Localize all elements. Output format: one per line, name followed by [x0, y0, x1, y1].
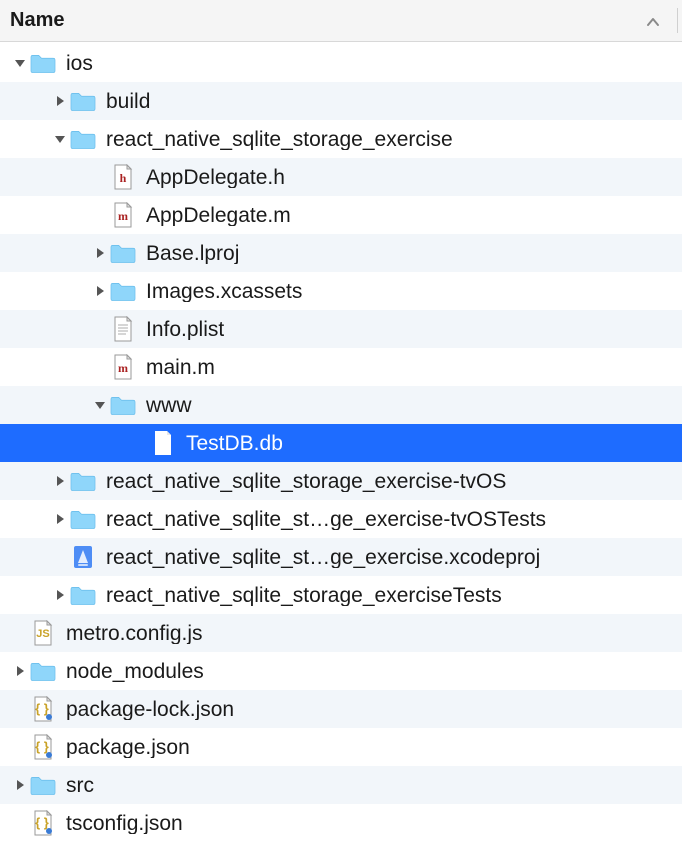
tree-row[interactable]: www	[0, 386, 682, 424]
file-blank-icon	[150, 430, 176, 456]
tree-row-label: Info.plist	[146, 319, 224, 340]
tree-row-label: react_native_sqlite_storage_exercise	[106, 129, 453, 150]
folder-icon	[30, 50, 56, 76]
svg-text:m: m	[118, 361, 128, 375]
tree-row[interactable]: JS metro.config.js	[0, 614, 682, 652]
tree-row-label: src	[66, 775, 94, 796]
tree-row[interactable]: react_native_sqlite_st…ge_exercise-tvOST…	[0, 500, 682, 538]
folder-icon	[70, 126, 96, 152]
tree-row-label: node_modules	[66, 661, 204, 682]
tree-row-label: react_native_sqlite_st…ge_exercise.xcode…	[106, 547, 540, 568]
tree-row-label: AppDelegate.m	[146, 205, 291, 226]
folder-icon	[110, 240, 136, 266]
disclosure-triangle-icon[interactable]	[10, 779, 30, 791]
svg-text:{ }: { }	[35, 701, 49, 716]
file-json-icon: { }	[30, 696, 56, 722]
file-json-icon: { }	[30, 810, 56, 836]
tree-row-label: tsconfig.json	[66, 813, 183, 834]
tree-row[interactable]: react_native_sqlite_storage_exercise	[0, 120, 682, 158]
tree-row-label: AppDelegate.h	[146, 167, 285, 188]
tree-row-label: build	[106, 91, 150, 112]
tree-row[interactable]: Info.plist	[0, 310, 682, 348]
file-plist-icon	[110, 316, 136, 342]
folder-icon	[110, 392, 136, 418]
tree-row-label: package.json	[66, 737, 190, 758]
tree-row-label: www	[146, 395, 192, 416]
folder-icon	[30, 772, 56, 798]
svg-text:{ }: { }	[35, 739, 49, 754]
tree-row[interactable]: Images.xcassets	[0, 272, 682, 310]
tree-row[interactable]: h AppDelegate.h	[0, 158, 682, 196]
folder-icon	[110, 278, 136, 304]
tree-row[interactable]: { } package.json	[0, 728, 682, 766]
svg-text:JS: JS	[36, 628, 49, 640]
sort-indicator-icon[interactable]	[646, 9, 660, 33]
svg-text:m: m	[118, 209, 128, 223]
folder-icon	[70, 582, 96, 608]
tree-row[interactable]: build	[0, 82, 682, 120]
tree-row[interactable]: m main.m	[0, 348, 682, 386]
file-xcodeproj-icon	[70, 544, 96, 570]
svg-text:h: h	[120, 171, 127, 185]
column-header[interactable]: Name	[0, 0, 682, 42]
tree-row[interactable]: Base.lproj	[0, 234, 682, 272]
file-json-icon: { }	[30, 734, 56, 760]
file-m-icon: m	[110, 202, 136, 228]
disclosure-triangle-icon[interactable]	[10, 665, 30, 677]
file-m-icon: m	[110, 354, 136, 380]
tree-row[interactable]: react_native_sqlite_storage_exercise-tvO…	[0, 462, 682, 500]
file-h-icon: h	[110, 164, 136, 190]
disclosure-triangle-icon[interactable]	[90, 247, 110, 259]
disclosure-triangle-icon[interactable]	[50, 95, 70, 107]
disclosure-triangle-icon[interactable]	[50, 475, 70, 487]
tree-row-label: Base.lproj	[146, 243, 239, 264]
disclosure-triangle-icon[interactable]	[90, 399, 110, 411]
tree-row-label: TestDB.db	[186, 433, 283, 454]
tree-row-label: react_native_sqlite_storage_exercise-tvO…	[106, 471, 506, 492]
tree-row[interactable]: m AppDelegate.m	[0, 196, 682, 234]
tree-row[interactable]: ios	[0, 44, 682, 82]
tree-row-label: ios	[66, 53, 93, 74]
column-divider[interactable]	[677, 8, 678, 33]
folder-icon	[70, 506, 96, 532]
tree-row-label: Images.xcassets	[146, 281, 302, 302]
folder-icon	[70, 88, 96, 114]
disclosure-triangle-icon[interactable]	[50, 513, 70, 525]
tree-row[interactable]: react_native_sqlite_st…ge_exercise.xcode…	[0, 538, 682, 576]
svg-text:{ }: { }	[35, 815, 49, 830]
tree-row-label: main.m	[146, 357, 215, 378]
tree-row[interactable]: src	[0, 766, 682, 804]
file-js-icon: JS	[30, 620, 56, 646]
tree-row-label: package-lock.json	[66, 699, 234, 720]
tree-row[interactable]: react_native_sqlite_storage_exerciseTest…	[0, 576, 682, 614]
tree-row[interactable]: { } package-lock.json	[0, 690, 682, 728]
disclosure-triangle-icon[interactable]	[50, 589, 70, 601]
folder-icon	[30, 658, 56, 684]
disclosure-triangle-icon[interactable]	[10, 57, 30, 69]
tree-row-label: react_native_sqlite_st…ge_exercise-tvOST…	[106, 509, 546, 530]
folder-icon	[70, 468, 96, 494]
tree-row-label: metro.config.js	[66, 623, 203, 644]
disclosure-triangle-icon[interactable]	[90, 285, 110, 297]
tree-row[interactable]: node_modules	[0, 652, 682, 690]
disclosure-triangle-icon[interactable]	[50, 133, 70, 145]
tree-row-label: react_native_sqlite_storage_exerciseTest…	[106, 585, 502, 606]
tree-row[interactable]: TestDB.db	[0, 424, 682, 462]
column-header-label: Name	[10, 9, 64, 32]
tree-row[interactable]: { } tsconfig.json	[0, 804, 682, 842]
file-tree: ios build react_native_sqlite_storage_exer…	[0, 42, 682, 842]
